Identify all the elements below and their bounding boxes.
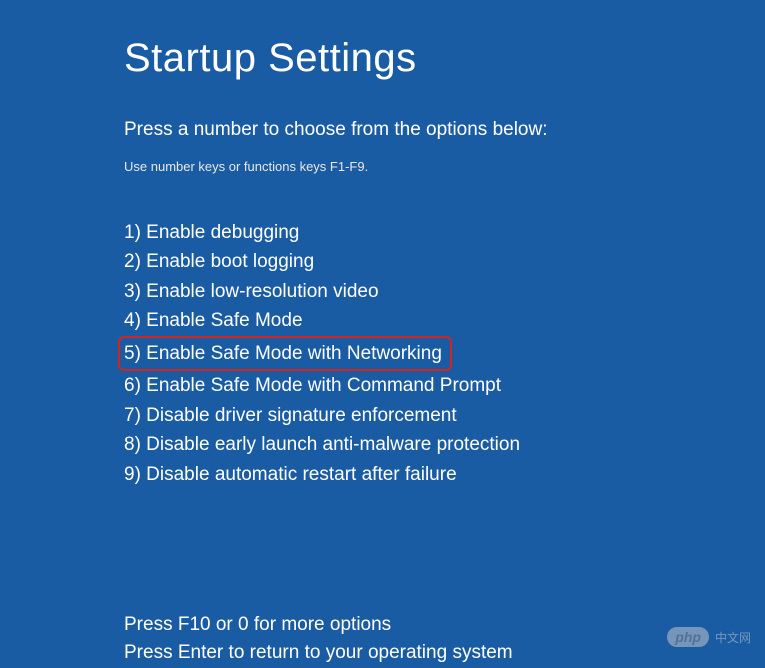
page-title: Startup Settings [124, 36, 765, 81]
watermark-badge: php [667, 627, 709, 647]
option-6-enable-safe-mode-command-prompt[interactable]: 6) Enable Safe Mode with Command Prompt [124, 371, 765, 400]
watermark-text: 中文网 [715, 629, 751, 646]
page-subtitle: Press a number to choose from the option… [124, 119, 765, 141]
option-9-disable-automatic-restart[interactable]: 9) Disable automatic restart after failu… [124, 460, 765, 489]
option-2-enable-boot-logging[interactable]: 2) Enable boot logging [124, 247, 765, 276]
watermark: php 中文网 [667, 627, 751, 647]
option-1-enable-debugging[interactable]: 1) Enable debugging [124, 218, 765, 247]
startup-settings-screen: Startup Settings Press a number to choos… [0, 0, 765, 668]
option-5-enable-safe-mode-networking[interactable]: 5) Enable Safe Mode with Networking [118, 336, 452, 371]
option-7-disable-driver-signature-enforcement[interactable]: 7) Disable driver signature enforcement [124, 401, 765, 430]
keyboard-hint: Use number keys or functions keys F1-F9. [124, 159, 765, 174]
option-4-enable-safe-mode[interactable]: 4) Enable Safe Mode [124, 306, 765, 335]
option-8-disable-early-launch-anti-malware[interactable]: 8) Disable early launch anti-malware pro… [124, 430, 765, 459]
option-3-enable-low-resolution-video[interactable]: 3) Enable low-resolution video [124, 277, 765, 306]
startup-options-list: 1) Enable debugging 2) Enable boot loggi… [124, 218, 765, 489]
